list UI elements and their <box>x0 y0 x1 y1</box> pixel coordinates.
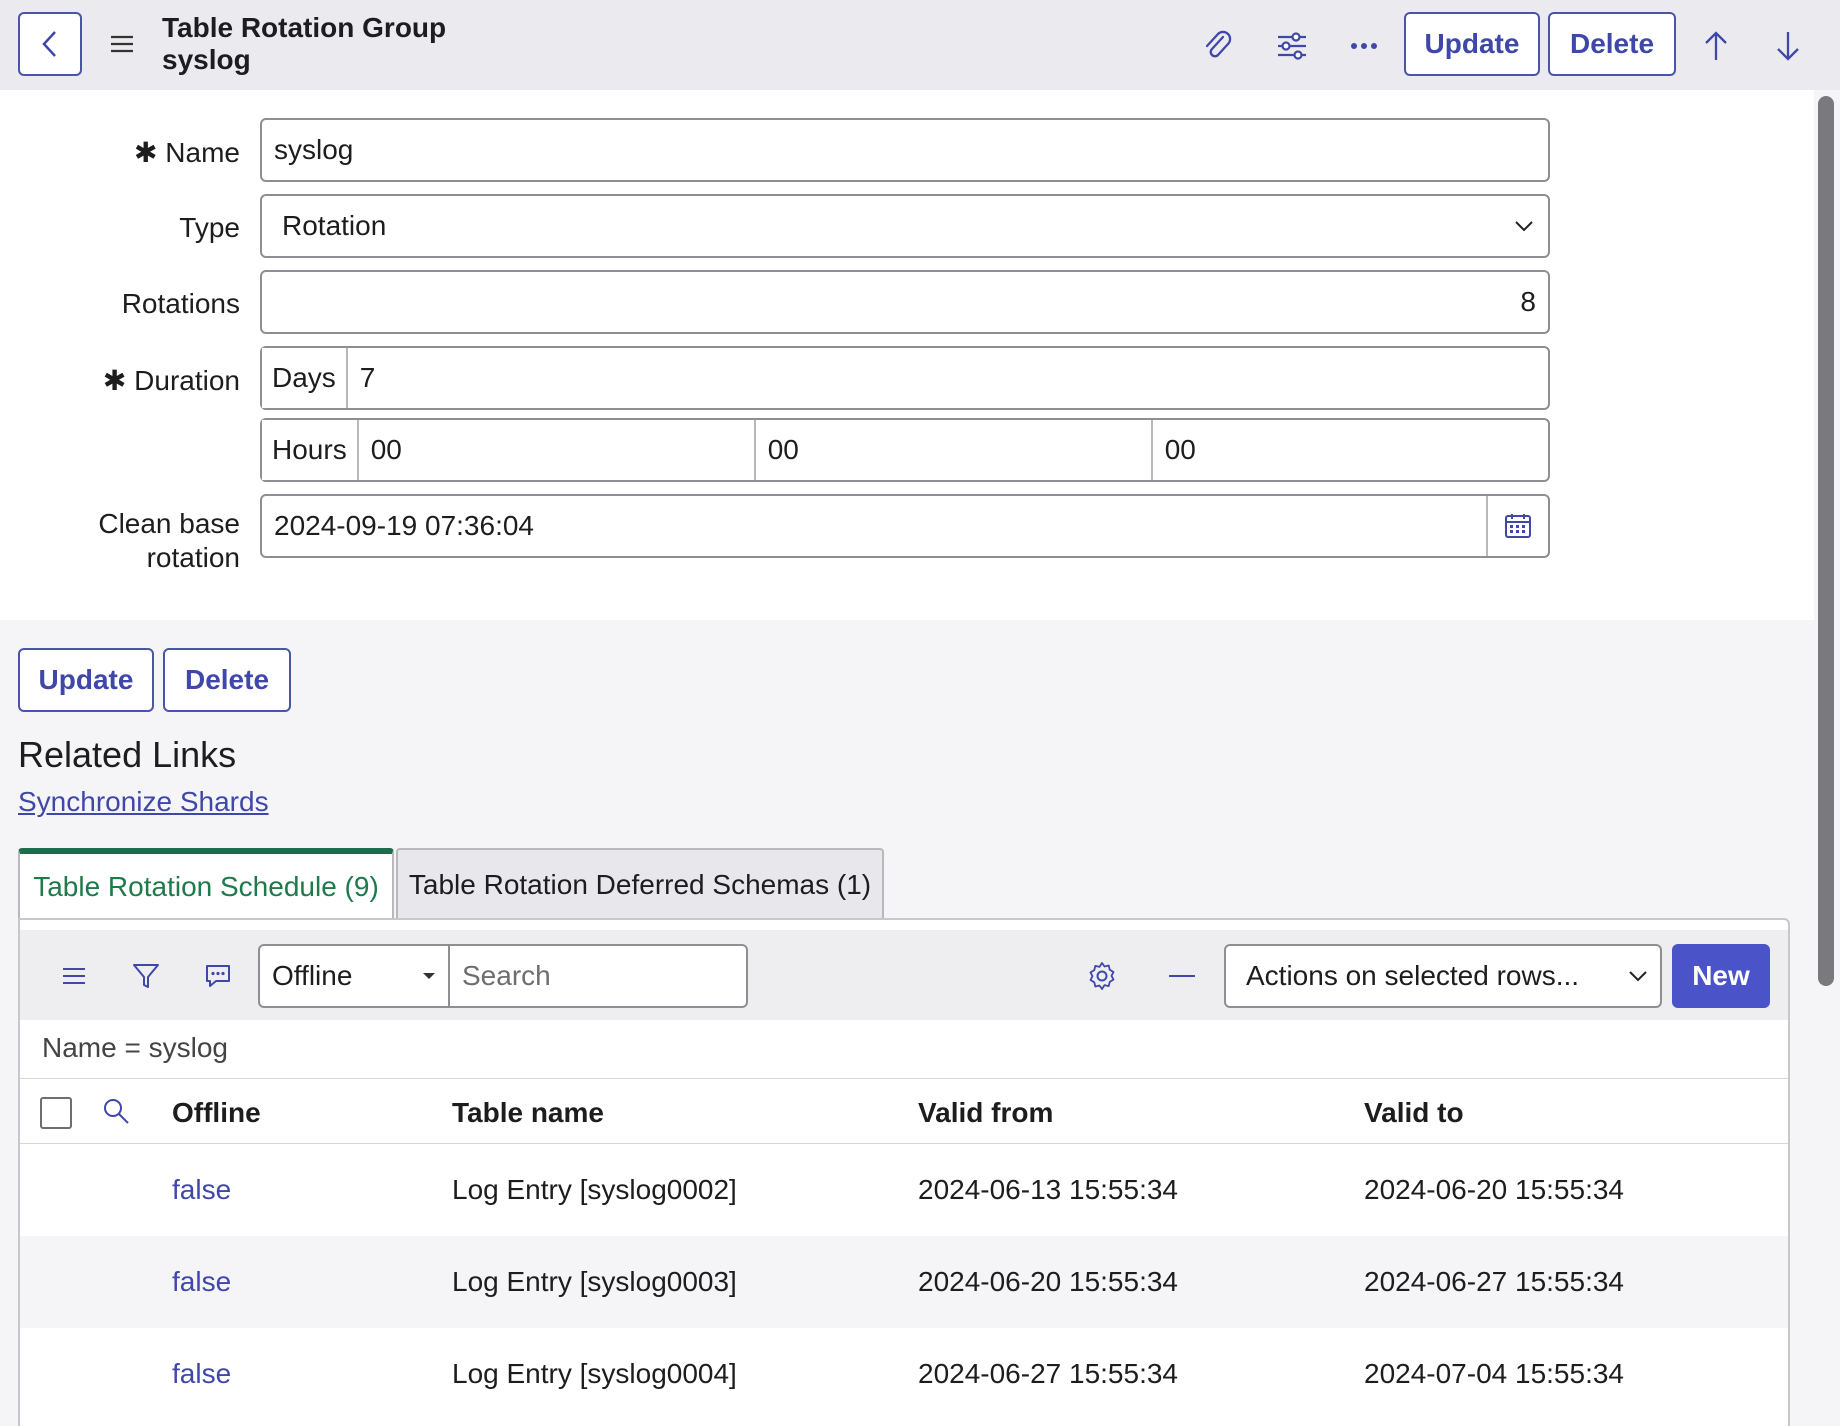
menu-icon[interactable] <box>108 30 136 58</box>
rotations-input[interactable]: 8 <box>260 270 1550 334</box>
search-field-select[interactable]: Offline <box>258 944 450 1008</box>
actions-on-selected-rows-select[interactable]: Actions on selected rows... <box>1224 944 1662 1008</box>
column-header-valid-to[interactable]: Valid to <box>1364 1097 1464 1129</box>
type-label: Type <box>179 212 240 243</box>
search-field-value: Offline <box>272 960 353 991</box>
name-label-wrap: ✱ Name <box>0 136 240 176</box>
comments-icon[interactable] <box>200 958 236 994</box>
days-prefix: Days <box>262 348 348 408</box>
clean-label-wrap: Clean base rotation <box>0 508 240 588</box>
clean-base-rotation-input[interactable]: 2024-09-19 07:36:04 <box>262 510 1486 542</box>
delete-button[interactable]: Delete <box>163 648 291 712</box>
related-list: Offline Search Actions on selected rows.… <box>18 918 1790 1426</box>
duration-days-field: Days 7 <box>260 346 1550 410</box>
name-input[interactable]: syslog <box>260 118 1550 182</box>
duration-label-text: Duration <box>134 365 240 396</box>
chevron-down-icon <box>1515 221 1533 232</box>
calendar-button[interactable] <box>1486 496 1548 556</box>
rotations-label: Rotations <box>121 288 240 319</box>
settings-sliders-icon[interactable] <box>1272 26 1312 66</box>
required-mark: ✱ <box>102 365 127 396</box>
page-title: Table Rotation Group syslog <box>162 12 446 76</box>
list-header-row: Offline Table name Valid from Valid to <box>20 1078 1788 1144</box>
clean-label-line1: Clean base <box>98 508 240 539</box>
type-label-wrap: Type <box>0 212 240 252</box>
chevron-left-icon <box>42 31 56 57</box>
clean-base-rotation-field: 2024-09-19 07:36:04 <box>260 494 1550 558</box>
actions-select-value: Actions on selected rows... <box>1246 960 1580 991</box>
chevron-down-icon <box>1629 971 1647 982</box>
tab-table-rotation-schedule[interactable]: Table Rotation Schedule (9) <box>18 848 394 920</box>
valid-to-cell: 2024-07-04 15:55:34 <box>1364 1358 1624 1389</box>
valid-to-cell: 2024-06-27 15:55:34 <box>1364 1266 1624 1297</box>
update-button[interactable]: Update <box>18 648 154 712</box>
days-input[interactable]: 7 <box>348 362 376 394</box>
table-row: false Log Entry [syslog0004] 2024-06-27 … <box>20 1328 1788 1420</box>
hours-prefix: Hours <box>262 420 359 480</box>
record-type: Table Rotation Group <box>162 12 447 43</box>
record-form: ✱ Name syslog Type Rotation Rotations 8 … <box>0 90 1814 620</box>
record-name: syslog <box>162 44 251 75</box>
offline-cell[interactable]: false <box>172 1358 231 1390</box>
search-input[interactable]: Search <box>448 944 748 1008</box>
list-menu-icon[interactable] <box>56 958 92 994</box>
attachment-icon[interactable] <box>1198 26 1238 66</box>
valid-to-cell: 2024-06-20 15:55:34 <box>1364 1174 1624 1205</box>
offline-cell[interactable]: false <box>172 1174 231 1206</box>
seconds-input[interactable]: 00 <box>1153 420 1196 480</box>
minutes-input[interactable]: 00 <box>756 420 1153 480</box>
type-select[interactable]: Rotation <box>260 194 1550 258</box>
name-label-text: Name <box>165 137 240 168</box>
caret-down-icon <box>423 973 435 979</box>
filter-breadcrumb[interactable]: Name = syslog <box>42 1032 228 1064</box>
page-scrollbar-thumb[interactable] <box>1818 96 1834 986</box>
valid-from-cell: 2024-06-20 15:55:34 <box>918 1266 1178 1297</box>
hours-input[interactable]: 00 <box>359 420 756 480</box>
synchronize-shards-link[interactable]: Synchronize Shards <box>18 786 269 818</box>
valid-from-cell: 2024-06-13 15:55:34 <box>918 1174 1178 1205</box>
column-header-table-name[interactable]: Table name <box>452 1097 604 1129</box>
header-delete-button[interactable]: Delete <box>1548 12 1676 76</box>
column-search-icon[interactable] <box>102 1097 132 1127</box>
collapse-icon[interactable] <box>1164 958 1200 994</box>
new-button[interactable]: New <box>1672 944 1770 1008</box>
required-mark: ✱ <box>134 137 158 168</box>
form-header: Table Rotation Group syslog Update Delet… <box>0 0 1840 90</box>
list-settings-gear-icon[interactable] <box>1084 958 1120 994</box>
filter-icon[interactable] <box>128 958 164 994</box>
table-name-cell: Log Entry [syslog0002] <box>452 1174 737 1205</box>
column-header-valid-from[interactable]: Valid from <box>918 1097 1053 1129</box>
previous-record-icon[interactable] <box>1696 26 1736 66</box>
table-name-cell: Log Entry [syslog0003] <box>452 1266 737 1297</box>
related-links-title: Related Links <box>18 734 237 775</box>
valid-from-cell: 2024-06-27 15:55:34 <box>918 1358 1178 1389</box>
duration-label-wrap: ✱ Duration <box>0 364 240 404</box>
list-toolbar: Offline Search Actions on selected rows.… <box>20 930 1788 1020</box>
duration-time-field: Hours 00 00 00 <box>260 418 1550 482</box>
rotations-label-wrap: Rotations <box>0 288 240 328</box>
next-record-icon[interactable] <box>1768 26 1808 66</box>
select-all-checkbox[interactable] <box>40 1097 72 1129</box>
back-button[interactable] <box>18 12 82 76</box>
type-value: Rotation <box>282 210 387 241</box>
table-row: false Log Entry [syslog0002] 2024-06-13 … <box>20 1144 1788 1236</box>
column-header-offline[interactable]: Offline <box>172 1097 261 1129</box>
header-update-button[interactable]: Update <box>1404 12 1540 76</box>
clean-label-line2: rotation <box>146 542 240 573</box>
more-options-icon[interactable] <box>1344 26 1384 66</box>
tab-table-rotation-deferred-schemas[interactable]: Table Rotation Deferred Schemas (1) <box>396 848 884 920</box>
table-row: false Log Entry [syslog0003] 2024-06-20 … <box>20 1236 1788 1328</box>
table-name-cell: Log Entry [syslog0004] <box>452 1358 737 1389</box>
offline-cell[interactable]: false <box>172 1266 231 1298</box>
duration-label: ✱ Duration <box>103 364 240 397</box>
name-label: ✱ Name <box>134 136 240 169</box>
name-value: syslog <box>274 134 354 165</box>
calendar-icon <box>1505 514 1531 538</box>
rotations-value: 8 <box>1520 286 1536 317</box>
